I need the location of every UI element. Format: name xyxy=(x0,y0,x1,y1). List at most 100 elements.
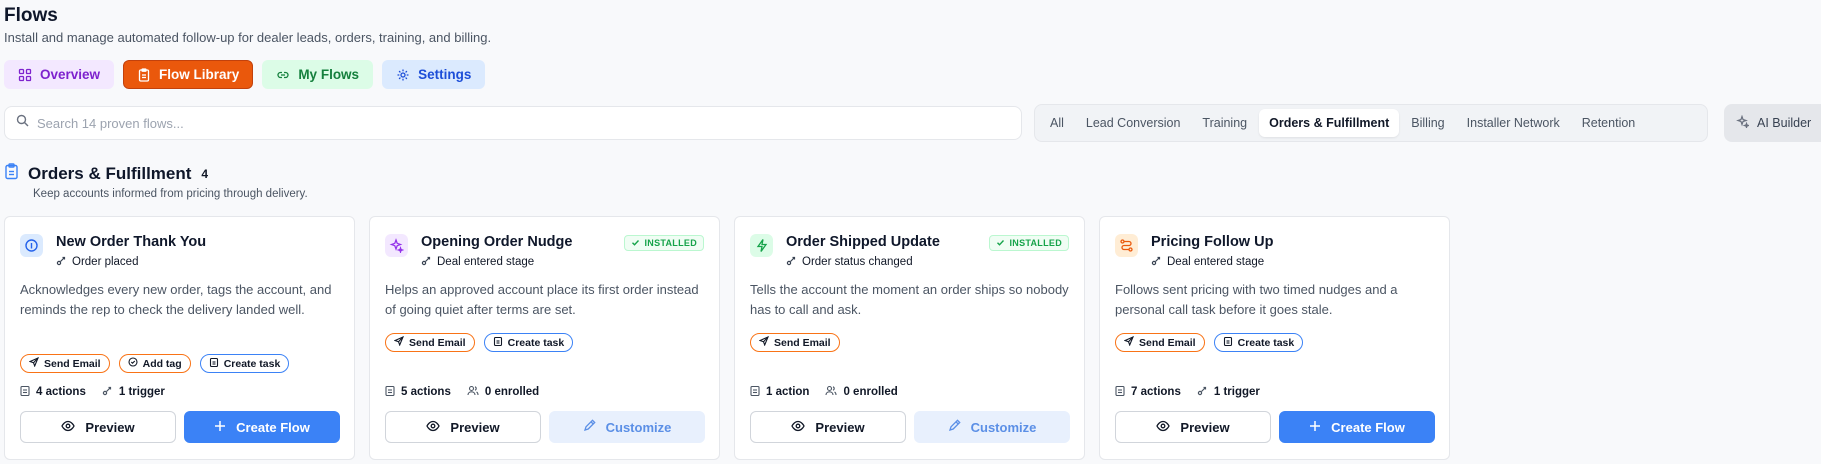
check-icon xyxy=(996,238,1005,249)
card-stats: 5 actions 0 enrolled xyxy=(385,385,539,399)
card-description: Acknowledges every new order, tags the a… xyxy=(20,282,332,317)
action-chips: Send Email Create task xyxy=(385,333,574,352)
check-icon xyxy=(631,238,640,249)
card-title: Order Shipped Update xyxy=(786,234,940,250)
stat-trigger: 1 trigger xyxy=(102,385,165,399)
tab-settings[interactable]: Settings xyxy=(382,60,486,89)
filter-training[interactable]: Training xyxy=(1192,109,1257,137)
category-filter-bar: All Lead Conversion Training Orders & Fu… xyxy=(1034,104,1708,142)
card-description: Tells the account the moment an order sh… xyxy=(750,282,1069,317)
installed-badge: INSTALLED xyxy=(624,235,704,251)
chip-label: Create task xyxy=(507,336,565,349)
search-bar[interactable] xyxy=(4,106,1022,140)
users-icon xyxy=(467,385,479,399)
customize-button[interactable]: Customize xyxy=(914,411,1070,443)
tab-my-flows[interactable]: My Flows xyxy=(262,60,374,89)
button-label: Customize xyxy=(605,419,672,435)
send-icon xyxy=(1123,335,1135,349)
stat-label: 0 enrolled xyxy=(484,386,540,398)
eye-icon xyxy=(426,420,441,435)
create-flow-button[interactable]: Create Flow xyxy=(184,411,340,443)
button-label: Preview xyxy=(815,419,865,435)
plus-icon xyxy=(1309,420,1321,435)
chip-label: Add tag xyxy=(142,357,182,370)
filter-retention[interactable]: Retention xyxy=(1572,109,1646,137)
filter-billing[interactable]: Billing xyxy=(1401,109,1454,137)
installed-label: INSTALLED xyxy=(644,238,697,248)
chip-label: Create task xyxy=(223,357,281,370)
customize-button[interactable]: Customize xyxy=(549,411,705,443)
plus-icon xyxy=(214,420,226,435)
button-label: Preview xyxy=(85,419,135,435)
trigger-label: Order status changed xyxy=(802,256,913,268)
task-icon xyxy=(493,336,503,349)
filter-lead-conversion[interactable]: Lead Conversion xyxy=(1076,109,1191,137)
preview-button[interactable]: Preview xyxy=(385,411,541,443)
tab-label: Flow Library xyxy=(159,67,240,82)
button-label: Create Flow xyxy=(1331,419,1405,435)
card-title: New Order Thank You xyxy=(56,234,207,250)
tab-flow-library[interactable]: Flow Library xyxy=(123,60,254,89)
stat-label: 4 actions xyxy=(36,386,86,398)
users-icon xyxy=(825,385,838,399)
stat-label: 1 trigger xyxy=(1213,386,1260,398)
stat-label: 5 actions xyxy=(401,386,451,398)
tab-overview[interactable]: Overview xyxy=(4,60,115,89)
chip-label: Send Email xyxy=(774,336,831,349)
search-input[interactable] xyxy=(37,115,997,131)
send-icon xyxy=(393,335,405,349)
chip-create-task: Create task xyxy=(199,354,290,373)
trigger-icon xyxy=(421,255,432,269)
chip-add-tag: Add tag xyxy=(118,354,191,373)
preview-button[interactable]: Preview xyxy=(1115,411,1271,443)
chip-send-email: Send Email xyxy=(20,354,110,373)
stat-actions: 1 action xyxy=(750,385,809,399)
tab-bar: Overview Flow Library My Flows Settings xyxy=(4,60,486,89)
chip-label: Send Email xyxy=(1139,336,1196,349)
stat-label: 7 actions xyxy=(1131,386,1181,398)
card-title: Opening Order Nudge xyxy=(421,234,573,250)
preview-button[interactable]: Preview xyxy=(20,411,176,443)
stat-actions: 5 actions xyxy=(385,385,451,399)
task-icon xyxy=(1223,336,1233,349)
trigger-label: Deal entered stage xyxy=(1167,256,1265,268)
chip-create-task: Create task xyxy=(483,333,574,352)
ai-builder-button[interactable]: AI Builder xyxy=(1724,104,1821,142)
button-label: Create Flow xyxy=(236,419,310,435)
tab-label: My Flows xyxy=(298,67,360,82)
filter-installer-network[interactable]: Installer Network xyxy=(1457,109,1570,137)
trigger-icon xyxy=(1151,255,1162,269)
create-flow-button[interactable]: Create Flow xyxy=(1279,411,1435,443)
clipboard-icon xyxy=(385,385,395,399)
card-trigger: Order status changed xyxy=(786,255,913,269)
send-icon xyxy=(28,356,40,370)
filter-orders-fulfillment[interactable]: Orders & Fulfillment xyxy=(1259,109,1400,137)
stat-actions: 4 actions xyxy=(20,385,86,399)
eye-icon xyxy=(1156,420,1171,435)
button-label: Customize xyxy=(970,419,1037,435)
card-description: Helps an approved account place its firs… xyxy=(385,282,699,317)
card-stats: 1 action 0 enrolled xyxy=(750,385,898,399)
installed-badge: INSTALLED xyxy=(989,235,1069,251)
clipboard-icon xyxy=(20,385,30,399)
ai-builder-label: AI Builder xyxy=(1757,116,1812,130)
pencil-icon xyxy=(583,419,596,435)
section-description: Keep accounts informed from pricing thro… xyxy=(33,188,308,200)
page-title: Flows xyxy=(4,5,58,26)
stat-label: 1 action xyxy=(766,386,810,398)
section-title: Orders & Fulfillment xyxy=(28,164,192,183)
link-icon xyxy=(276,68,290,82)
chip-label: Send Email xyxy=(409,336,466,349)
section-header: Orders & Fulfillment 4 xyxy=(4,163,208,185)
stat-actions: 7 actions xyxy=(1115,385,1181,399)
chip-send-email: Send Email xyxy=(1115,333,1205,352)
send-icon xyxy=(758,335,770,349)
trigger-icon xyxy=(102,385,113,399)
action-chips: Send Email Add tag Create task xyxy=(20,354,290,373)
installed-label: INSTALLED xyxy=(1009,238,1062,248)
filter-all[interactable]: All xyxy=(1040,109,1074,137)
sparkle-icon xyxy=(385,234,408,257)
preview-button[interactable]: Preview xyxy=(750,411,906,443)
trigger-icon xyxy=(1197,385,1208,399)
page-subtitle: Install and manage automated follow-up f… xyxy=(4,30,492,45)
